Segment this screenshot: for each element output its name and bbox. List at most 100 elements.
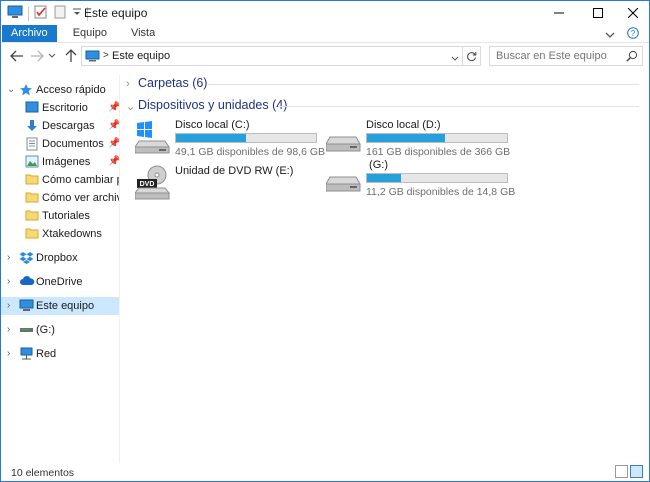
group-header-carpetas[interactable]: › Carpetas (6) xyxy=(120,75,645,93)
ribbon-tab-bar: Archivo Equipo Vista xyxy=(1,25,649,42)
drive-name: (G:) xyxy=(366,159,388,171)
navigation-pane: ⌄ Acceso rápido Escritorio 📌 Descargas 📌 xyxy=(1,75,119,463)
nav-item-este-equipo[interactable]: › Este equipo xyxy=(1,297,119,315)
documents-icon xyxy=(25,137,41,151)
navigation-bar: > Este equipo xyxy=(1,42,649,70)
nav-item-documentos[interactable]: Documentos 📌 xyxy=(1,135,119,153)
group-separator-line xyxy=(278,106,639,107)
expanded-chevron-icon[interactable]: ⌄ xyxy=(126,100,135,113)
drive-space-info: 49,1 GB disponibles de 98,6 GB xyxy=(175,146,326,158)
folder-icon xyxy=(25,209,41,223)
drive-tile-c[interactable]: Disco local (C:) 49,1 GB disponibles de … xyxy=(134,117,326,161)
group-title: Dispositivos y unidades (4) xyxy=(138,98,288,112)
drive-tile-e[interactable]: DVD Unidad de DVD RW (E:) xyxy=(133,163,325,207)
close-icon xyxy=(628,8,638,18)
up-arrow-icon xyxy=(65,49,77,62)
back-button[interactable] xyxy=(9,48,25,64)
nav-item-g-drive[interactable]: › (G:) xyxy=(1,321,119,339)
nav-item-label: (G:) xyxy=(36,324,55,336)
recent-locations-button[interactable] xyxy=(47,48,57,64)
close-button[interactable] xyxy=(615,1,650,25)
nav-item-imagenes[interactable]: Imágenes 📌 xyxy=(1,153,119,171)
nav-item-label: OneDrive xyxy=(36,276,83,288)
breadcrumb-separator-icon[interactable]: > xyxy=(103,50,109,61)
breadcrumb-este-equipo[interactable]: Este equipo xyxy=(112,50,170,62)
address-bar[interactable]: > Este equipo xyxy=(81,46,481,66)
item-count: 10 elementos xyxy=(11,467,75,479)
pin-icon[interactable]: 📌 xyxy=(108,120,119,131)
nav-item-acceso-rapido[interactable]: ⌄ Acceso rápido xyxy=(1,81,119,99)
pin-icon[interactable]: 📌 xyxy=(108,102,119,113)
collapsed-chevron-icon[interactable]: › xyxy=(7,276,10,287)
collapsed-chevron-icon[interactable]: › xyxy=(7,300,10,311)
search-box[interactable] xyxy=(489,46,643,66)
nav-item-folder[interactable]: Cómo ver archivos y xyxy=(1,189,119,207)
nav-item-escritorio[interactable]: Escritorio 📌 xyxy=(1,99,119,117)
nav-item-label: Documentos xyxy=(42,138,104,150)
svg-text:?: ? xyxy=(631,29,636,38)
nav-item-label: Cómo ver archivos y xyxy=(42,192,119,204)
drive-name: Unidad de DVD RW (E:) xyxy=(175,165,294,177)
computer-icon xyxy=(85,50,100,65)
computer-icon[interactable] xyxy=(7,5,23,22)
forward-arrow-icon xyxy=(31,50,44,62)
expanded-chevron-icon[interactable]: ⌄ xyxy=(7,84,15,95)
nav-item-label: Xtakedowns xyxy=(42,228,102,240)
nav-item-folder[interactable]: Xtakedowns xyxy=(1,225,119,243)
search-icon[interactable] xyxy=(626,50,638,65)
usb-drive-icon xyxy=(325,159,362,195)
address-history-chevron-icon[interactable] xyxy=(451,51,459,65)
pictures-icon xyxy=(25,155,41,169)
folder-icon xyxy=(25,227,41,241)
group-title: Carpetas (6) xyxy=(138,76,208,90)
drive-tile-g[interactable]: (G:) 11,2 GB disponibles de 14,8 GB xyxy=(325,157,516,201)
svg-text:DVD: DVD xyxy=(140,181,155,188)
up-button[interactable] xyxy=(63,48,79,64)
nav-item-label: Descargas xyxy=(42,120,95,132)
nav-item-dropbox[interactable]: › Dropbox xyxy=(1,249,119,267)
maximize-icon xyxy=(593,8,603,18)
nav-item-label: Red xyxy=(36,348,57,360)
dropbox-icon xyxy=(19,251,35,265)
view-switcher xyxy=(615,465,643,478)
details-view-icon[interactable] xyxy=(615,465,628,478)
expand-ribbon-chevron-icon[interactable] xyxy=(605,28,615,42)
tab-archivo[interactable]: Archivo xyxy=(2,25,57,42)
maximize-button[interactable] xyxy=(580,1,616,25)
tab-equipo[interactable]: Equipo xyxy=(63,25,117,42)
customize-toolbar-dropdown-icon[interactable] xyxy=(72,5,82,22)
collapsed-chevron-icon[interactable]: › xyxy=(126,78,130,90)
nav-item-red[interactable]: › Red xyxy=(1,345,119,363)
search-input[interactable] xyxy=(490,47,624,65)
chevron-down-icon xyxy=(48,53,56,58)
toolbar-separator xyxy=(28,6,29,21)
minimize-icon xyxy=(554,12,564,14)
tab-vista[interactable]: Vista xyxy=(121,25,165,42)
nav-item-label: Dropbox xyxy=(36,252,78,264)
nav-item-onedrive[interactable]: › OneDrive xyxy=(1,273,119,291)
new-folder-icon[interactable] xyxy=(53,5,67,22)
refresh-button[interactable] xyxy=(462,47,480,65)
group-header-dispositivos[interactable]: ⌄ Dispositivos y unidades (4) xyxy=(120,97,645,115)
large-icons-view-icon[interactable] xyxy=(630,465,643,478)
quick-access-toolbar xyxy=(7,5,88,22)
nav-item-folder[interactable]: Tutoriales xyxy=(1,207,119,225)
nav-item-label: Acceso rápido xyxy=(36,84,106,96)
computer-icon xyxy=(19,299,35,313)
nav-item-descargas[interactable]: Descargas 📌 xyxy=(1,117,119,135)
collapsed-chevron-icon[interactable]: › xyxy=(7,324,10,335)
forward-button[interactable] xyxy=(29,48,45,64)
nav-item-folder[interactable]: Cómo cambiar perr xyxy=(1,171,119,189)
hard-drive-icon xyxy=(325,119,362,155)
drive-tile-d[interactable]: Disco local (D:) 161 GB disponibles de 3… xyxy=(325,117,516,161)
collapsed-chevron-icon[interactable]: › xyxy=(7,348,10,359)
nav-item-label: Escritorio xyxy=(42,102,88,114)
minimize-button[interactable] xyxy=(541,1,577,25)
properties-icon[interactable] xyxy=(34,5,48,22)
pin-icon[interactable]: 📌 xyxy=(108,138,119,149)
collapsed-chevron-icon[interactable]: › xyxy=(7,252,10,263)
window-title: Este equipo xyxy=(84,6,148,20)
star-icon xyxy=(19,83,35,97)
help-icon[interactable]: ? xyxy=(627,27,639,42)
pin-icon[interactable]: 📌 xyxy=(108,156,119,167)
